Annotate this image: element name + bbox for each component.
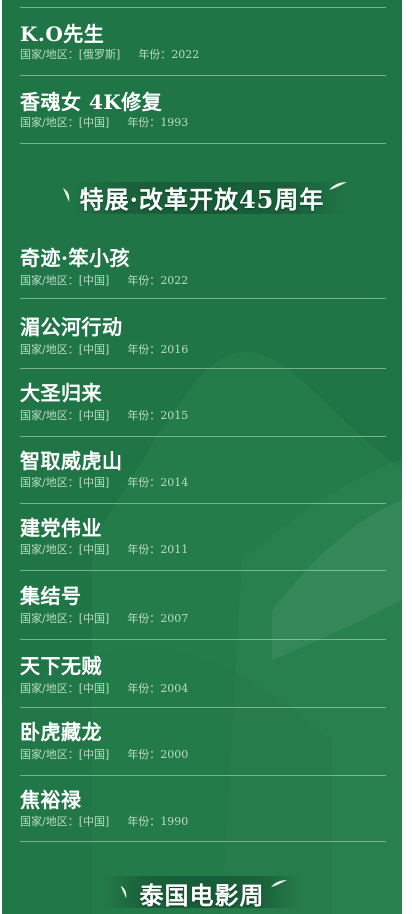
country-label: 国家/地区：	[20, 116, 79, 129]
year-value: 2000	[160, 748, 189, 761]
country-label: 国家/地区：	[20, 612, 79, 625]
country-value: [中国]	[78, 476, 110, 489]
year-value: 2007	[160, 612, 189, 625]
year-value: 2016	[160, 343, 189, 356]
country-label: 国家/地区：	[20, 48, 79, 61]
year-label: 年份：	[127, 612, 161, 625]
film-title: 香魂女 4K修复	[20, 90, 163, 114]
year-value: 2004	[160, 682, 189, 695]
film-item[interactable]: 湄公河行动 国家/地区：[中国] 年份：2016	[20, 299, 386, 369]
country-value: [中国]	[78, 815, 110, 828]
country-value: [中国]	[78, 612, 110, 625]
year-label: 年份：	[127, 343, 161, 356]
country-value: [中国]	[78, 116, 110, 129]
country-value: [中国]	[78, 343, 110, 356]
film-title: 智取威虎山	[20, 449, 123, 473]
film-item[interactable]: 大圣归来 国家/地区：[中国] 年份：2015	[20, 369, 386, 437]
country-value: [中国]	[78, 748, 110, 761]
film-item[interactable]: 天下无贼 国家/地区：[中国] 年份：2004	[20, 640, 386, 708]
film-title: 天下无贼	[20, 654, 102, 678]
year-value: 2011	[160, 543, 189, 556]
film-meta: 国家/地区：[中国] 年份：2004	[20, 680, 188, 696]
film-meta: 国家/地区：[中国] 年份：2000	[20, 746, 188, 762]
year-label: 年份：	[127, 748, 161, 761]
film-title: 奇迹·笨小孩	[20, 246, 130, 270]
film-meta: 国家/地区：[中国] 年份：1993	[20, 114, 188, 130]
year-value: 2015	[160, 409, 189, 422]
film-item[interactable]: 智取威虎山 国家/地区：[中国] 年份：2014	[20, 437, 386, 504]
year-label: 年份：	[127, 815, 161, 828]
year-value: 2014	[160, 476, 189, 489]
film-title: 卧虎藏龙	[20, 720, 102, 744]
year-label: 年份：	[127, 682, 161, 695]
film-title: K.O先生	[20, 22, 105, 46]
film-title: 大圣归来	[20, 381, 102, 405]
country-label: 国家/地区：	[20, 682, 79, 695]
year-label: 年份：	[138, 48, 172, 61]
film-item[interactable]: 奇迹·笨小孩 国家/地区：[中国] 年份：2022	[20, 232, 386, 299]
film-item[interactable]: 香魂女 4K修复 国家/地区：[中国] 年份：1993	[20, 76, 386, 144]
film-title: 建党伟业	[20, 516, 102, 540]
film-title: 焦裕禄	[20, 788, 82, 812]
country-label: 国家/地区：	[20, 815, 79, 828]
country-label: 国家/地区：	[20, 274, 79, 287]
year-label: 年份：	[127, 116, 161, 129]
brush-stroke-right-icon	[329, 182, 347, 190]
country-value: [中国]	[78, 543, 110, 556]
film-list-previous: K.O先生 国家/地区：[俄罗斯] 年份：2022 香魂女 4K修复 国家/地区：…	[20, 8, 386, 144]
brush-stroke-right-icon	[270, 880, 288, 888]
film-meta: 国家/地区：[中国] 年份：2011	[20, 541, 188, 557]
country-value: [中国]	[78, 274, 110, 287]
country-label: 国家/地区：	[20, 476, 79, 489]
year-label: 年份：	[127, 543, 161, 556]
film-item[interactable]: 建党伟业 国家/地区：[中国] 年份：2011	[20, 504, 386, 571]
film-meta: 国家/地区：[中国] 年份：2016	[20, 341, 188, 357]
film-item[interactable]: 卧虎藏龙 国家/地区：[中国] 年份：2000	[20, 708, 386, 776]
country-label: 国家/地区：	[20, 748, 79, 761]
film-title: 集结号	[20, 584, 82, 608]
film-meta: 国家/地区：[中国] 年份：2007	[20, 610, 188, 626]
year-label: 年份：	[127, 409, 161, 422]
section-title: 泰国电影周	[139, 881, 265, 910]
country-label: 国家/地区：	[20, 543, 79, 556]
year-value: 1990	[160, 815, 189, 828]
film-item[interactable]: K.O先生 国家/地区：[俄罗斯] 年份：2022	[20, 8, 386, 76]
film-meta: 国家/地区：[中国] 年份：1990	[20, 813, 188, 829]
year-value: 1993	[160, 116, 189, 129]
year-label: 年份：	[127, 476, 161, 489]
year-label: 年份：	[127, 274, 161, 287]
film-item[interactable]: 焦裕禄 国家/地区：[中国] 年份：1990	[20, 776, 386, 842]
country-value: [中国]	[78, 409, 110, 422]
year-value: 2022	[171, 48, 200, 61]
year-value: 2022	[160, 274, 189, 287]
film-title: 湄公河行动	[20, 315, 123, 339]
country-value: [中国]	[78, 682, 110, 695]
film-meta: 国家/地区：[中国] 年份：2015	[20, 407, 188, 423]
film-schedule-page: K.O先生 国家/地区：[俄罗斯] 年份：2022 香魂女 4K修复 国家/地区：…	[2, 0, 402, 914]
country-label: 国家/地区：	[20, 409, 79, 422]
country-value: [俄罗斯]	[78, 48, 121, 61]
film-meta: 国家/地区：[中国] 年份：2014	[20, 474, 188, 490]
country-label: 国家/地区：	[20, 343, 79, 356]
film-item[interactable]: 集结号 国家/地区：[中国] 年份：2007	[20, 571, 386, 640]
film-meta: 国家/地区：[俄罗斯] 年份：2022	[20, 46, 199, 62]
film-list-reform: 奇迹·笨小孩 国家/地区：[中国] 年份：2022 湄公河行动 国家/地区：[中国…	[20, 232, 386, 842]
film-meta: 国家/地区：[中国] 年份：2022	[20, 272, 188, 288]
